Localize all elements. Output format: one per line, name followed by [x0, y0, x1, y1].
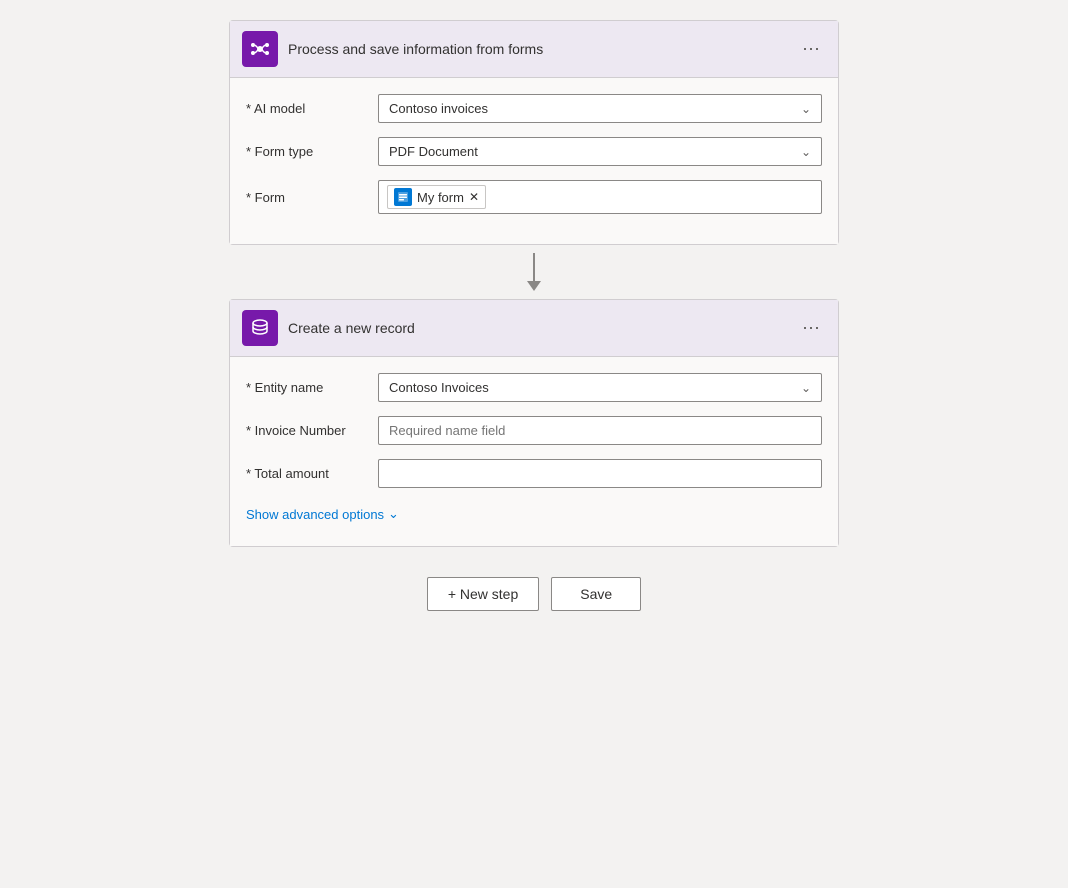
form-type-label: * Form type	[246, 144, 366, 159]
bottom-actions: + New step Save	[427, 577, 641, 611]
step1-header: Process and save information from forms …	[230, 21, 838, 78]
form-type-row: * Form type PDF Document ⌄	[246, 137, 822, 166]
step1-icon-svg	[249, 38, 271, 60]
invoice-number-control	[378, 416, 822, 445]
invoice-number-row: * Invoice Number	[246, 416, 822, 445]
invoice-number-input[interactable]	[378, 416, 822, 445]
show-advanced-options-button[interactable]: Show advanced options ⌄	[246, 502, 399, 526]
step2-menu-button[interactable]: ⋯	[796, 317, 826, 339]
connector-arrow	[527, 281, 541, 291]
step2-icon	[242, 310, 278, 346]
form-control: My form ✕	[378, 180, 822, 214]
invoice-number-label: * Invoice Number	[246, 423, 366, 438]
step2-header: Create a new record ⋯	[230, 300, 838, 357]
connector-line	[533, 253, 535, 281]
step2-title: Create a new record	[288, 320, 786, 336]
total-amount-row: * Total amount	[246, 459, 822, 488]
form-tag: My form ✕	[387, 185, 486, 209]
form-row: * Form My for	[246, 180, 822, 214]
form-type-chevron-icon: ⌄	[801, 145, 811, 159]
total-amount-control	[378, 459, 822, 488]
step1-title: Process and save information from forms	[288, 41, 786, 57]
form-tag-close-button[interactable]: ✕	[469, 191, 479, 203]
step1-menu-button[interactable]: ⋯	[796, 38, 826, 60]
step2-body: * Entity name Contoso Invoices ⌄ * Invoi…	[230, 357, 838, 546]
advanced-options-row: Show advanced options ⌄	[246, 502, 822, 526]
ai-model-chevron-icon: ⌄	[801, 102, 811, 116]
form-tag-icon	[394, 188, 412, 206]
form-label: * Form	[246, 190, 366, 205]
total-amount-input[interactable]	[378, 459, 822, 488]
step1-body: * AI model Contoso invoices ⌄ * Form typ…	[230, 78, 838, 244]
form-type-control: PDF Document ⌄	[378, 137, 822, 166]
save-button[interactable]: Save	[551, 577, 641, 611]
new-step-button[interactable]: + New step	[427, 577, 539, 611]
advanced-options-label: Show advanced options	[246, 507, 384, 522]
step2-icon-svg	[249, 317, 271, 339]
form-tag-icon-svg	[397, 191, 409, 203]
ai-model-control: Contoso invoices ⌄	[378, 94, 822, 123]
entity-name-row: * Entity name Contoso Invoices ⌄	[246, 373, 822, 402]
step1-card: Process and save information from forms …	[229, 20, 839, 245]
connector	[527, 245, 541, 299]
entity-name-control: Contoso Invoices ⌄	[378, 373, 822, 402]
form-type-dropdown[interactable]: PDF Document ⌄	[378, 137, 822, 166]
form-type-value: PDF Document	[389, 144, 478, 159]
advanced-options-chevron-icon: ⌄	[388, 506, 399, 522]
step2-card: Create a new record ⋯ * Entity name Cont…	[229, 299, 839, 547]
ai-model-row: * AI model Contoso invoices ⌄	[246, 94, 822, 123]
entity-name-value: Contoso Invoices	[389, 380, 489, 395]
form-tag-input[interactable]: My form ✕	[378, 180, 822, 214]
form-tag-label: My form	[417, 190, 464, 205]
step1-icon	[242, 31, 278, 67]
total-amount-label: * Total amount	[246, 466, 366, 481]
entity-name-label: * Entity name	[246, 380, 366, 395]
ai-model-label: * AI model	[246, 101, 366, 116]
entity-name-chevron-icon: ⌄	[801, 381, 811, 395]
entity-name-dropdown[interactable]: Contoso Invoices ⌄	[378, 373, 822, 402]
ai-model-dropdown[interactable]: Contoso invoices ⌄	[378, 94, 822, 123]
ai-model-value: Contoso invoices	[389, 101, 488, 116]
